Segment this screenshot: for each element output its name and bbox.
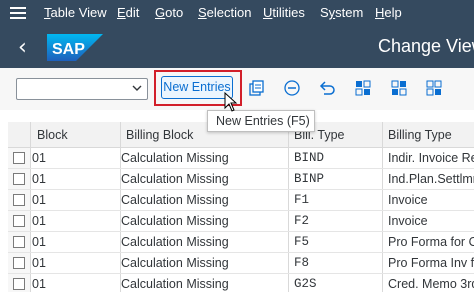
cell-bill-type: F2 [294, 214, 310, 228]
cell-block: 01 [32, 214, 46, 228]
cell-block: 01 [32, 172, 46, 186]
cell-billing-block[interactable]: Calculation Missing [121, 235, 229, 249]
cell-block: 01 [32, 193, 46, 207]
data-table: Block Billing Block Bill. Type Billing T… [8, 122, 474, 292]
view-select-dropdown[interactable] [16, 78, 148, 100]
row-checkbox[interactable] [13, 278, 25, 290]
back-icon[interactable]: ‹ [18, 35, 27, 60]
cell-billing-block[interactable]: Calculation Missing [121, 151, 229, 165]
shell-bar: ‹ SAP Change View [0, 26, 474, 68]
cell-billing-type: Indir. Invoice Rebate [388, 151, 474, 165]
cell-bill-type: G2S [294, 277, 317, 291]
cell-billing-type: Invoice [388, 193, 428, 207]
cell-billing-type: Cred. Memo 3rd [388, 277, 474, 291]
chevron-down-icon [132, 85, 142, 91]
cell-bill-type: BINP [294, 172, 325, 186]
sap-logo-text: SAP [52, 41, 85, 58]
menu-help[interactable]: Help [375, 5, 402, 20]
cell-bill-type: F1 [294, 193, 310, 207]
row-checkbox[interactable] [13, 215, 25, 227]
cell-billing-block[interactable]: Calculation Missing [121, 277, 229, 291]
new-entries-button[interactable]: New Entries [161, 76, 233, 99]
cell-block: 01 [32, 277, 46, 291]
cell-billing-block[interactable]: Calculation Missing [121, 193, 229, 207]
deselect-all-icon[interactable] [425, 79, 443, 97]
row-checkbox[interactable] [13, 173, 25, 185]
row-checkbox[interactable] [13, 257, 25, 269]
menu-system[interactable]: System [320, 5, 363, 20]
table-row[interactable]: 01 Calculation Missing F5 Pro Forma for Ord… [8, 232, 474, 253]
row-checkbox[interactable] [13, 152, 25, 164]
cell-billing-block[interactable]: Calculation Missing [121, 214, 229, 228]
cell-billing-block[interactable]: Calculation Missing [121, 256, 229, 270]
select-all-icon[interactable] [354, 79, 372, 97]
cell-block: 01 [32, 235, 46, 249]
cell-billing-type: Pro Forma Inv f. Del [388, 256, 474, 270]
table-row[interactable]: 01 Calculation Missing G2S Cred. Memo 3rd [8, 274, 474, 292]
cell-bill-type: F5 [294, 235, 310, 249]
menu-utilities[interactable]: Utilities [263, 5, 305, 20]
cell-billing-type: Invoice [388, 214, 428, 228]
cell-billing-type: Ind.Plan.Settlmnt [388, 172, 474, 186]
cell-block: 01 [32, 151, 46, 165]
menu-bar: Table View Edit Goto Selection Utilities… [0, 0, 474, 26]
menu-selection[interactable]: Selection [198, 5, 251, 20]
table-row[interactable]: 01 Calculation Missing F8 Pro Forma Inv f. … [8, 253, 474, 274]
cell-billing-type: Pro Forma for Order [388, 235, 474, 249]
cell-bill-type: BIND [294, 151, 325, 165]
table-row[interactable]: 01 Calculation Missing F2 Invoice [8, 211, 474, 232]
hamburger-menu-icon[interactable] [10, 7, 26, 19]
new-entries-tooltip: New Entries (F5) [207, 110, 315, 132]
menu-table-view[interactable]: Table View [44, 5, 107, 20]
cell-bill-type: F8 [294, 256, 310, 270]
header-block[interactable]: Block [37, 128, 68, 142]
table-row[interactable]: 01 Calculation Missing F1 Invoice [8, 190, 474, 211]
copy-icon[interactable] [247, 79, 265, 97]
header-billing-block[interactable]: Billing Block [126, 128, 193, 142]
cell-billing-block[interactable]: Calculation Missing [121, 172, 229, 186]
row-checkbox[interactable] [13, 236, 25, 248]
table-row[interactable]: 01 Calculation Missing BINP Ind.Plan.Settlm… [8, 169, 474, 190]
header-billing-type[interactable]: Billing Type [388, 128, 452, 142]
mouse-cursor-icon [224, 92, 238, 112]
row-checkbox[interactable] [13, 194, 25, 206]
page-title: Change View [378, 36, 474, 56]
undo-icon[interactable] [318, 79, 336, 97]
delete-icon[interactable] [283, 79, 301, 97]
menu-goto[interactable]: Goto [155, 5, 183, 20]
sap-logo: SAP [47, 34, 103, 61]
select-block-icon[interactable] [390, 79, 408, 97]
menu-edit[interactable]: Edit [117, 5, 139, 20]
cell-block: 01 [32, 256, 46, 270]
table-row[interactable]: 01 Calculation Missing BIND Indir. Invoice … [8, 148, 474, 169]
